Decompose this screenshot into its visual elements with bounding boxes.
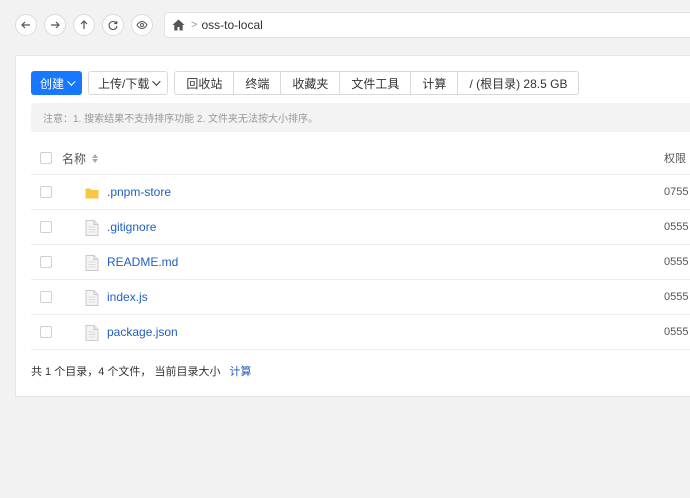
summary-text: 共 1 个目录，4 个文件， 当前目录大小 (31, 366, 221, 378)
file-name-link[interactable]: README.md (107, 255, 178, 269)
address-bar[interactable]: > oss-to-local (164, 12, 690, 38)
folder-icon (85, 185, 99, 199)
table-header: 名称 权限 (31, 142, 690, 175)
notice-banner: 注意：1. 搜索结果不支持排序功能 2. 文件夹无法按大小排序。 (31, 103, 690, 132)
name-column-label: 名称 (62, 151, 87, 166)
table-row[interactable]: package.json 0555 (31, 315, 690, 350)
table-row[interactable]: index.js 0555 (31, 280, 690, 315)
permission-cell: 0555 (664, 221, 689, 233)
file-icon (85, 255, 99, 271)
toolbar: 创建 上传/下载 回收站 终端 收藏夹 文件工具 计算 / (根目录) 28.5… (31, 71, 580, 95)
navigation-bar: > oss-to-local (0, 0, 690, 50)
calculate-size-link[interactable]: 计算 (229, 363, 251, 379)
eye-icon (136, 20, 148, 30)
table-row[interactable]: .pnpm-store 0755 (31, 175, 690, 210)
permission-cell: 0755 (664, 186, 689, 198)
permission-cell: 0555 (664, 256, 689, 268)
recycle-bin-button[interactable]: 回收站 (175, 72, 233, 94)
row-checkbox[interactable] (40, 326, 52, 338)
row-checkbox[interactable] (40, 186, 52, 198)
file-name-link[interactable]: package.json (107, 325, 178, 339)
up-button[interactable] (73, 14, 95, 36)
file-name-cell: .gitignore (85, 220, 156, 236)
chevron-down-icon (152, 77, 162, 86)
upload-download-button[interactable]: 上传/下载 (88, 71, 169, 95)
name-column-header[interactable]: 名称 (62, 150, 99, 167)
sort-icon (92, 153, 99, 163)
table-row[interactable]: README.md 0555 (31, 245, 690, 280)
file-name-cell: README.md (85, 255, 178, 271)
forward-button[interactable] (44, 14, 66, 36)
chevron-down-icon (67, 77, 76, 86)
file-name-cell: package.json (85, 325, 178, 341)
permission-cell: 0555 (664, 326, 689, 338)
arrow-right-icon (51, 21, 60, 29)
permission-column-header: 权限 (664, 153, 686, 165)
toolbar-button-group: 回收站 终端 收藏夹 文件工具 计算 / (根目录) 28.5 GB (174, 71, 580, 95)
back-button[interactable] (15, 14, 37, 36)
favorites-button[interactable]: 收藏夹 (280, 72, 339, 94)
toggle-hidden-button[interactable] (131, 14, 153, 36)
row-checkbox[interactable] (40, 221, 52, 233)
arrow-left-icon (21, 21, 30, 29)
refresh-icon (108, 20, 118, 30)
directory-summary: 共 1 个目录，4 个文件， 当前目录大小 计算 (31, 363, 251, 379)
breadcrumb-current[interactable]: oss-to-local (201, 18, 262, 32)
calculate-button[interactable]: 计算 (410, 72, 457, 94)
row-checkbox[interactable] (40, 291, 52, 303)
disk-usage-button[interactable]: / (根目录) 28.5 GB (457, 72, 578, 94)
create-button[interactable]: 创建 (31, 71, 83, 95)
home-icon (172, 19, 185, 31)
breadcrumb-separator: > (191, 19, 198, 31)
file-tools-button[interactable]: 文件工具 (339, 72, 410, 94)
file-icon (85, 325, 99, 341)
file-name-link[interactable]: .pnpm-store (107, 185, 171, 199)
file-name-cell: index.js (85, 290, 148, 306)
create-label: 创建 (40, 76, 65, 91)
upload-download-label: 上传/下载 (98, 76, 150, 91)
permission-cell: 0555 (664, 291, 689, 303)
row-checkbox[interactable] (40, 256, 52, 268)
select-all-checkbox[interactable] (40, 152, 52, 164)
table-row[interactable]: .gitignore 0555 (31, 210, 690, 245)
file-panel: 创建 上传/下载 回收站 终端 收藏夹 文件工具 计算 / (根目录) 28.5… (15, 55, 690, 397)
file-icon (85, 220, 99, 236)
terminal-button[interactable]: 终端 (233, 72, 280, 94)
arrow-up-icon (80, 20, 88, 29)
file-name-link[interactable]: index.js (107, 290, 148, 304)
file-table: 名称 权限 .pnpm-store 0755 .gitignore 0555 R… (31, 142, 690, 350)
file-name-link[interactable]: .gitignore (107, 220, 156, 234)
file-name-cell: .pnpm-store (85, 185, 171, 199)
file-icon (85, 290, 99, 306)
refresh-button[interactable] (102, 14, 124, 36)
